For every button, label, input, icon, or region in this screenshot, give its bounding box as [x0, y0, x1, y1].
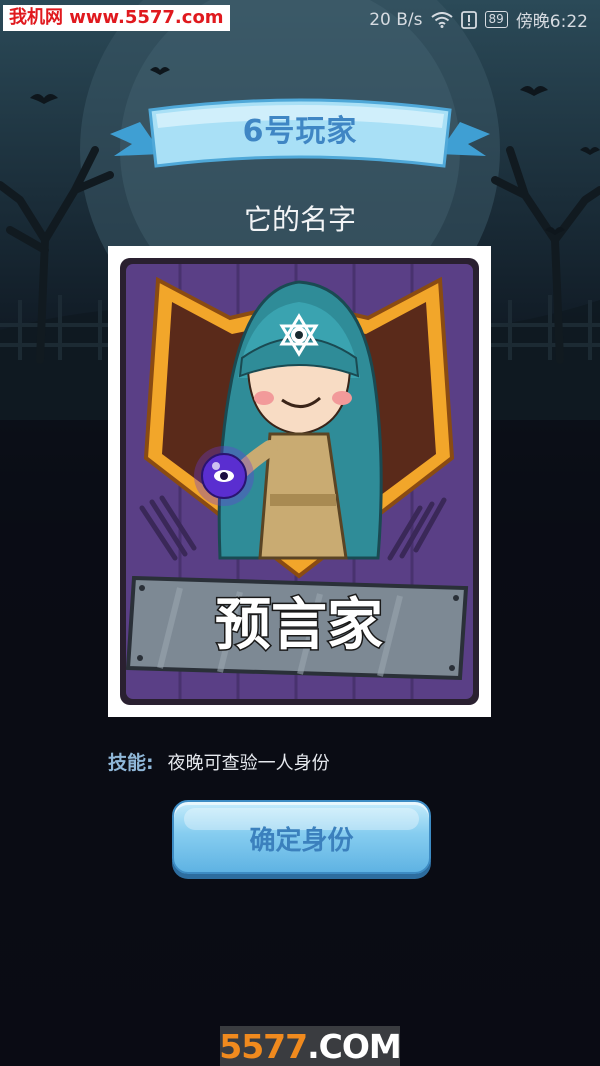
watermark-digits: 5577 — [219, 1026, 308, 1066]
crystal-ball-icon — [194, 446, 254, 506]
role-name: 预言家 — [215, 593, 383, 658]
confirm-button-label[interactable]: 确定身份 — [172, 820, 431, 857]
player-number-title: 6号玩家 — [242, 114, 358, 149]
skill-label: 技能: — [108, 752, 154, 774]
skill-row: 技能: 夜晚可查验一人身份 — [108, 748, 330, 775]
alert-icon — [460, 10, 477, 29]
network-speed: 20 B/s — [369, 9, 423, 30]
app-screen: 我机网 www.5577.com 20 B/s 89 傍晚6:22 6号玩家 它… — [0, 0, 600, 1066]
player-ribbon: 6号玩家 — [110, 92, 490, 187]
status-bar: 我机网 www.5577.com 20 B/s 89 傍晚6:22 — [0, 0, 600, 36]
site-watermark: 我机网 www.5577.com — [3, 5, 230, 31]
clock: 傍晚6:22 — [515, 12, 588, 32]
wifi-icon — [430, 11, 453, 28]
skill-description: 夜晚可查验一人身份 — [167, 753, 330, 774]
status-indicators: 20 B/s 89 傍晚6:22 — [369, 7, 588, 33]
battery-icon: 89 — [484, 11, 508, 28]
role-card-art: 预言家 — [120, 258, 479, 705]
role-card: 预言家 — [108, 246, 491, 717]
player-name: 它的名字 — [243, 203, 356, 236]
watermark-suffix: .COM — [307, 1026, 402, 1066]
confirm-identity-button[interactable]: 确定身份 — [172, 800, 431, 876]
footer-watermark: 5577 .COM — [219, 1026, 402, 1066]
